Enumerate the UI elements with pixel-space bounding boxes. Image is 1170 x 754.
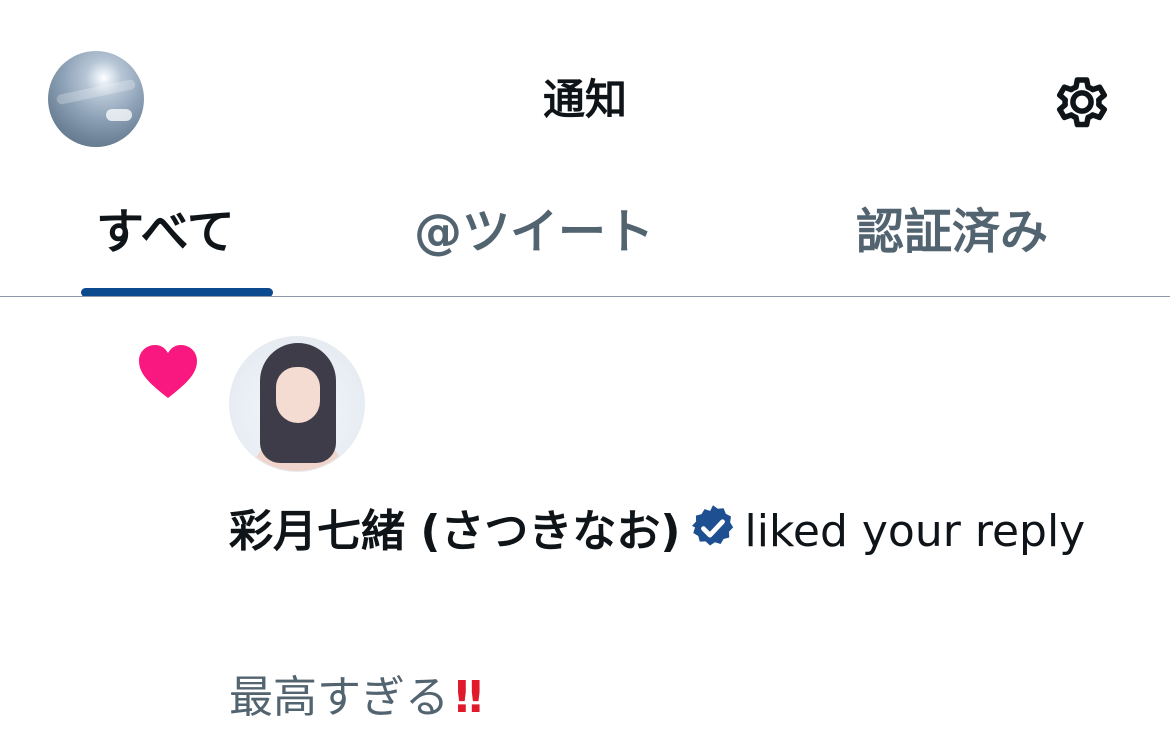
liked-reply-preview[interactable]: 最高すぎる ‼ xyxy=(229,666,482,730)
notification-action: liked your reply xyxy=(744,506,1086,557)
avatar-face xyxy=(276,367,320,423)
verified-badge-icon xyxy=(691,505,733,546)
tabs-divider xyxy=(0,296,1170,297)
liker-name[interactable]: 彩月七緒 (さつきなお) xyxy=(229,506,681,557)
notifications-screen: 通知 すべて @ツイート 認証済み 彩月七緒 (さつきなお) liked your… xyxy=(0,0,1170,754)
gear-icon xyxy=(1056,77,1108,128)
tab-verified[interactable]: 認証済み xyxy=(856,200,1048,264)
reply-text: 最高すぎる xyxy=(229,672,449,723)
tab-all[interactable]: すべて xyxy=(96,200,235,264)
double-exclamation-emoji: ‼ xyxy=(455,672,482,723)
page-title: 通知 xyxy=(542,75,627,124)
notification-tabs: すべて @ツイート 認証済み xyxy=(0,190,1170,297)
notification-text: 彩月七緒 (さつきなお) liked your reply xyxy=(229,500,1159,564)
liker-avatar[interactable] xyxy=(229,336,365,472)
tab-mentions[interactable]: @ツイート xyxy=(414,200,654,264)
heart-icon xyxy=(139,345,197,398)
settings-button[interactable] xyxy=(1048,68,1116,136)
